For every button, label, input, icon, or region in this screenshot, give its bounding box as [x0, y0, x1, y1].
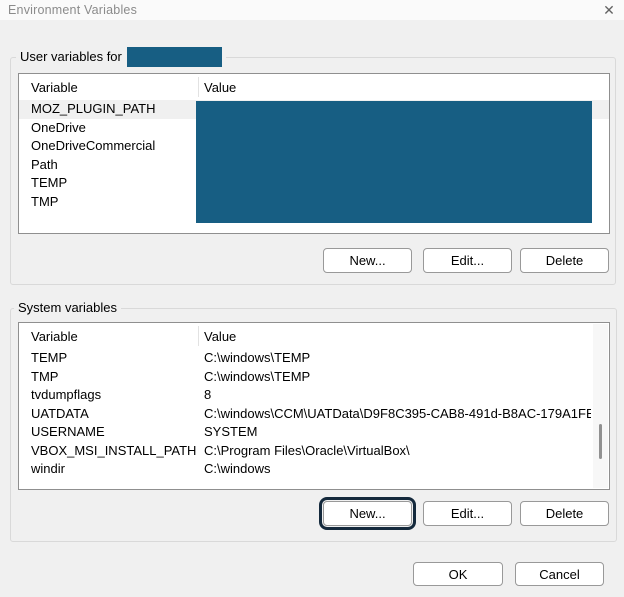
user-variables-table: Variable Value MOZ_PLUGIN_PATH OneDrive … — [18, 73, 610, 234]
row-variable: UATDATA — [31, 405, 89, 421]
cancel-button[interactable]: Cancel — [515, 562, 604, 586]
table-row[interactable]: UATDATA C:\windows\CCM\UATData\D9F8C395-… — [19, 405, 609, 424]
row-value: C:\windows\CCM\UATData\D9F8C395-CAB8-491… — [204, 405, 591, 421]
user-delete-button[interactable]: Delete — [520, 248, 609, 273]
system-col-value[interactable]: Value — [204, 329, 236, 344]
title-bar: Environment Variables ✕ — [0, 0, 624, 20]
row-variable: USERNAME — [31, 424, 105, 439]
row-variable: TMP — [31, 193, 59, 209]
row-variable: tvdumpflags — [31, 387, 102, 402]
column-separator[interactable] — [198, 326, 199, 346]
system-new-button[interactable]: New... — [319, 497, 416, 530]
row-value: C:\Program Files\Oracle\VirtualBox\ — [204, 442, 410, 458]
table-row[interactable]: USERNAME SYSTEM — [19, 423, 609, 442]
row-variable: OneDriveCommercial — [31, 138, 156, 153]
user-values-redaction-box — [196, 101, 592, 223]
close-icon[interactable]: ✕ — [600, 1, 618, 19]
system-table-body: TEMP C:\windows\TEMP TMP C:\windows\TEMP… — [19, 349, 609, 489]
row-variable: TMP — [31, 368, 59, 384]
row-variable: TEMP — [31, 175, 68, 190]
system-table-header: Variable Value — [19, 323, 609, 349]
table-row[interactable]: tvdumpflags 8 — [19, 386, 609, 405]
row-variable: TEMP — [31, 350, 68, 365]
system-variables-table: Variable Value TEMP C:\windows\TEMP TMP … — [18, 322, 610, 490]
system-delete-button[interactable]: Delete — [520, 501, 609, 526]
row-variable: VBOX_MSI_INSTALL_PATH — [31, 442, 197, 458]
row-value: C:\windows — [204, 461, 271, 476]
user-new-button[interactable]: New... — [323, 248, 412, 273]
vertical-scrollbar[interactable] — [593, 324, 608, 488]
table-row[interactable]: TEMP C:\windows\TEMP — [19, 349, 609, 368]
row-value: 8 — [204, 387, 212, 402]
username-redaction-box — [126, 46, 222, 67]
system-variables-legend-text: System variables — [18, 299, 117, 315]
table-row[interactable]: TMP C:\windows\TEMP — [19, 368, 609, 387]
user-edit-button[interactable]: Edit... — [423, 248, 512, 273]
row-variable: MOZ_PLUGIN_PATH — [31, 101, 156, 116]
table-row[interactable]: windir C:\windows — [19, 460, 609, 479]
user-variables-legend-text: User variables for — [20, 49, 122, 64]
row-value: C:\windows\TEMP — [204, 350, 311, 365]
row-variable: Path — [31, 156, 58, 172]
row-value: C:\windows\TEMP — [204, 368, 311, 384]
row-variable: windir — [31, 461, 65, 476]
column-separator[interactable] — [198, 77, 199, 97]
ok-button[interactable]: OK — [413, 562, 503, 586]
system-variables-legend: System variables — [14, 298, 121, 316]
system-col-variable[interactable]: Variable — [31, 329, 78, 344]
row-value: SYSTEM — [204, 424, 258, 439]
user-table-header: Variable Value — [19, 74, 609, 100]
row-variable: OneDrive — [31, 119, 86, 135]
system-edit-button[interactable]: Edit... — [423, 501, 512, 526]
user-col-value[interactable]: Value — [204, 80, 236, 95]
user-col-variable[interactable]: Variable — [31, 80, 78, 95]
user-variables-legend: User variables for — [16, 46, 226, 67]
scrollbar-thumb[interactable] — [599, 424, 602, 459]
table-row[interactable]: VBOX_MSI_INSTALL_PATH C:\Program Files\O… — [19, 442, 609, 461]
window-title: Environment Variables — [8, 3, 138, 17]
